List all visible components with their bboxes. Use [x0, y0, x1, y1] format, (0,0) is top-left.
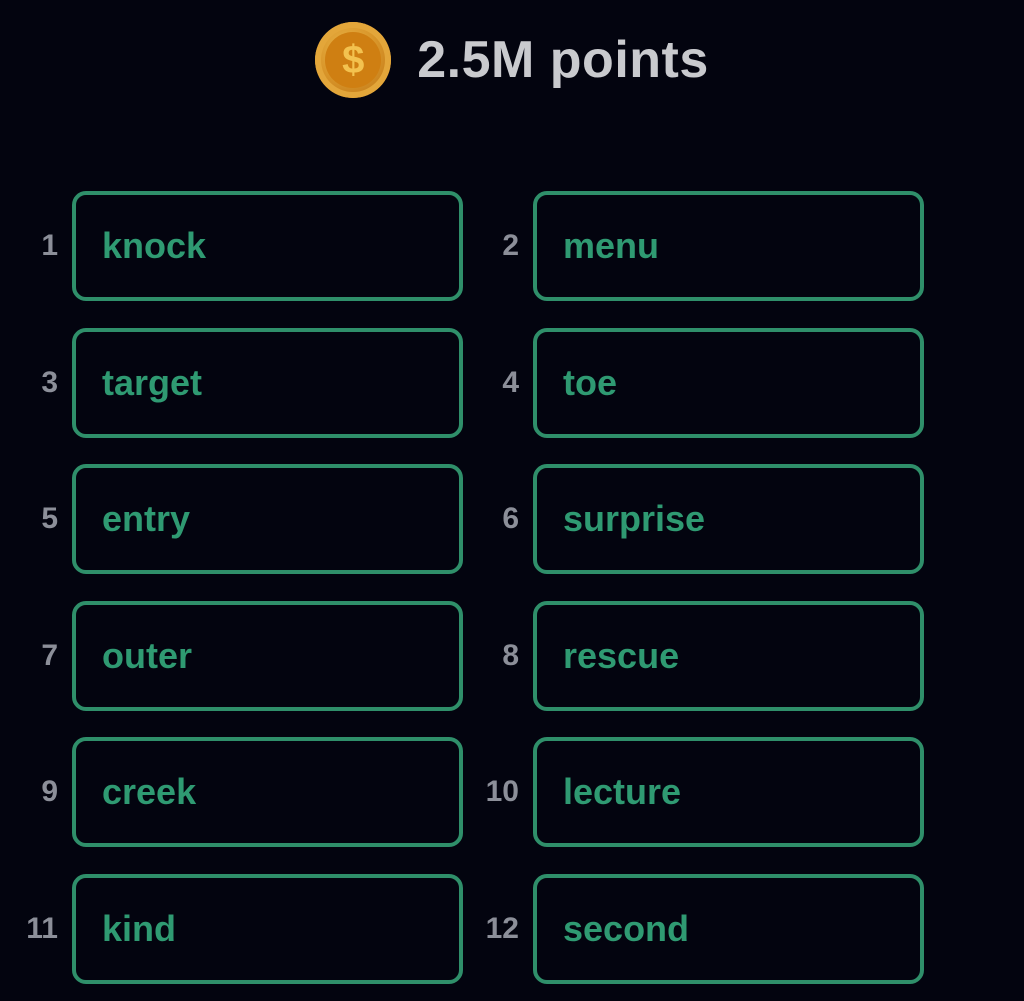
- word-index: 10: [485, 775, 519, 809]
- word-item: 1 knock: [12, 191, 463, 301]
- word-index: 1: [41, 229, 58, 262]
- word-item: 5 entry: [12, 464, 463, 575]
- word-item: 11 kind: [12, 874, 463, 984]
- word-index: 6: [502, 502, 519, 536]
- word-box: target: [72, 327, 463, 438]
- word-box: entry: [72, 464, 463, 575]
- word-item: 6 surprise: [473, 464, 924, 575]
- word-item: 3 target: [12, 327, 463, 438]
- word-item: 2 menu: [473, 191, 924, 301]
- word-index: 3: [41, 365, 58, 399]
- word-box: second: [533, 874, 924, 984]
- word-index: 7: [41, 638, 58, 672]
- word-box: surprise: [533, 464, 924, 575]
- word-box: menu: [533, 191, 924, 301]
- word-item: 10 lecture: [473, 737, 924, 848]
- word-box: outer: [72, 600, 463, 711]
- word-box: kind: [72, 874, 463, 984]
- word-index: 8: [502, 638, 519, 672]
- word-index: 2: [502, 229, 519, 262]
- word-item: 12 second: [473, 874, 924, 984]
- points-header: $ 2.5M points: [0, 20, 1024, 100]
- coin-icon: $: [315, 22, 392, 98]
- word-index: 11: [26, 912, 58, 945]
- word-index: 5: [41, 502, 58, 536]
- word-box: toe: [533, 327, 924, 438]
- word-index: 12: [485, 912, 519, 945]
- points-balance: 2.5M points: [417, 31, 709, 89]
- word-box: creek: [72, 737, 463, 848]
- word-box: lecture: [533, 737, 924, 848]
- word-box: knock: [72, 191, 463, 301]
- word-item: 7 outer: [12, 600, 463, 711]
- word-index: 9: [41, 775, 58, 809]
- word-item: 4 toe: [473, 327, 924, 438]
- word-box: rescue: [533, 600, 924, 711]
- word-index: 4: [502, 365, 519, 399]
- word-item: 8 rescue: [473, 600, 924, 711]
- dollar-icon: $: [325, 32, 382, 88]
- word-item: 9 creek: [12, 737, 463, 848]
